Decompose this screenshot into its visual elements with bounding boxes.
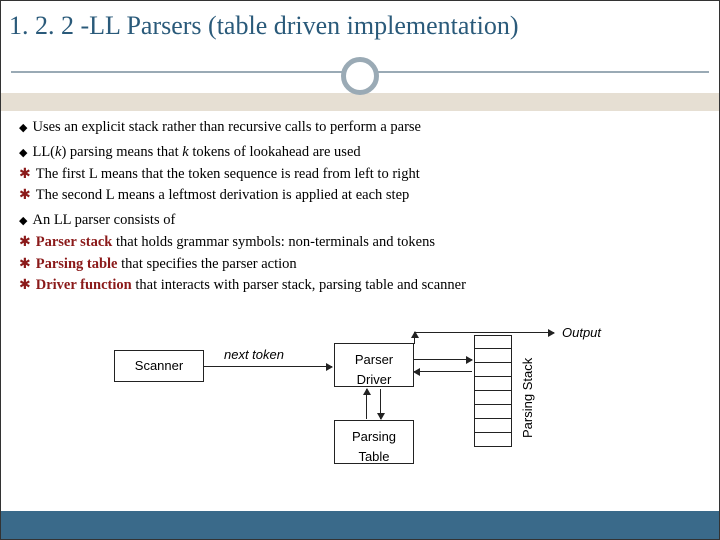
bullet-text: LL(k) parsing means that k tokens of loo… (32, 144, 360, 160)
sub-bullet-rest: that specifies the parser action (118, 256, 297, 272)
next-token-label: next token (224, 345, 284, 365)
sub-bullet-item: ✱ The second L means a leftmost derivatio… (19, 185, 709, 207)
arrow-stack-to-driver (414, 371, 472, 372)
scanner-box: Scanner (114, 350, 204, 382)
parser-driver-box: Parser Driver (334, 343, 414, 387)
stack-cell (474, 363, 512, 377)
table-label-2: Table (339, 447, 409, 467)
stack-cell (474, 349, 512, 363)
sub-bullet-item: ✱ Parsing table that specifies the parser… (19, 254, 709, 276)
stack-cell (474, 405, 512, 419)
stack-cell (474, 433, 512, 447)
sub-bullet-item: ✱ Driver function that interacts with par… (19, 275, 709, 297)
stack-cell (474, 391, 512, 405)
sub-bullet-item: ✱ Parser stack that holds grammar symbols… (19, 232, 709, 254)
driver-label-2: Driver (339, 370, 409, 390)
star-bullet-icon: ✱ (19, 232, 31, 253)
stack-cell (474, 419, 512, 433)
architecture-diagram: Scanner Parser Driver Parsing Table Pars… (104, 315, 624, 470)
footer-bar (1, 511, 719, 539)
driver-label-1: Parser (339, 350, 409, 370)
star-bullet-icon: ✱ (19, 254, 31, 275)
star-bullet-icon: ✱ (19, 164, 31, 185)
table-label-1: Parsing (339, 427, 409, 447)
arrow-driver-to-output (414, 332, 554, 333)
bullet-item: ◆ An LL parser consists of ✱ Parser stack … (19, 210, 709, 297)
sub-bullet-head: Parser stack (36, 234, 113, 250)
parsing-stack-label: Parsing Stack (518, 353, 534, 443)
arrow-driver-to-stack (414, 359, 472, 360)
stack-cell (474, 335, 512, 349)
diamond-bullet-icon: ◆ (19, 145, 27, 162)
bullet-text: Uses an explicit stack rather than recur… (32, 119, 421, 135)
accent-bar (1, 93, 719, 111)
arrow-table-to-driver (366, 389, 367, 419)
parsing-table-box: Parsing Table (334, 420, 414, 464)
title-divider (1, 45, 719, 93)
parsing-stack-graphic (474, 335, 512, 455)
diamond-bullet-icon: ◆ (19, 213, 27, 230)
diamond-bullet-icon: ◆ (19, 120, 27, 137)
sub-bullet-head: Parsing table (36, 256, 118, 272)
divider-circle-icon (341, 57, 379, 95)
slide-title: 1. 2. 2 -LL Parsers (table driven implem… (1, 1, 719, 45)
arrow-scanner-to-driver (204, 366, 332, 367)
bullet-item: ◆ LL(k) parsing means that k tokens of lo… (19, 142, 709, 207)
bullet-item: ◆ Uses an explicit stack rather than recu… (19, 117, 709, 139)
arrow-driver-to-table (380, 389, 381, 419)
sub-bullet-head: Driver function (36, 277, 132, 293)
star-bullet-icon: ✱ (19, 185, 31, 206)
sub-bullet-rest: that interacts with parser stack, parsin… (132, 277, 466, 293)
output-label: Output (562, 323, 601, 343)
sub-bullet-text: The first L means that the token sequenc… (36, 166, 420, 182)
bullet-text: An LL parser consists of (32, 212, 175, 228)
sub-bullet-rest: that holds grammar symbols: non-terminal… (112, 234, 435, 250)
sub-bullet-text: The second L means a leftmost derivation… (36, 187, 410, 203)
slide: 1. 2. 2 -LL Parsers (table driven implem… (0, 0, 720, 540)
star-bullet-icon: ✱ (19, 275, 31, 296)
sub-bullet-item: ✱ The first L means that the token sequen… (19, 164, 709, 186)
content-area: ◆ Uses an explicit stack rather than recu… (1, 111, 719, 470)
stack-cell (474, 377, 512, 391)
arrow-driver-output-corner (414, 332, 415, 344)
